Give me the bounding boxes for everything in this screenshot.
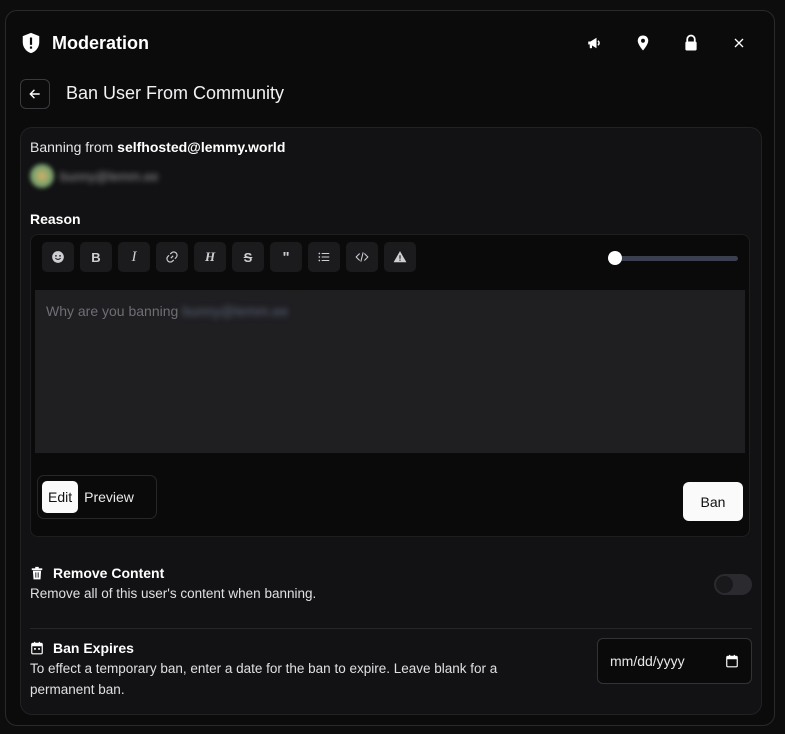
slider-thumb[interactable] — [608, 251, 622, 265]
markdown-editor: B I H S " Why are you banning bunny@lemm… — [30, 234, 750, 537]
banning-prefix: Banning from — [30, 139, 118, 155]
remove-content-label: Remove Content — [53, 565, 165, 581]
bold-icon: B — [91, 249, 101, 265]
slider-track — [612, 256, 738, 261]
trash-icon — [31, 566, 43, 580]
remove-content-toggle[interactable] — [714, 574, 752, 595]
page-title: Ban User From Community — [66, 83, 285, 103]
community-name[interactable]: selfhosted@lemmy.world — [117, 139, 285, 155]
code-button[interactable] — [346, 242, 378, 272]
moderation-modal: Moderation Ban User From Community Banni… — [5, 10, 775, 726]
shield-icon — [22, 32, 40, 54]
ban-form-card: Banning from selfhosted@lemmy.world bunn… — [20, 127, 762, 715]
placeholder-username: bunny@lemm.ee — [182, 303, 289, 319]
banned-user[interactable]: bunny@lemm.ee — [30, 164, 158, 188]
link-icon — [166, 251, 178, 263]
italic-icon: I — [131, 248, 137, 265]
smile-icon — [52, 251, 64, 263]
arrow-left-icon — [29, 89, 40, 99]
close-button[interactable] — [720, 25, 758, 61]
reason-label: Reason — [30, 211, 81, 227]
remove-content-title: Remove Content — [30, 565, 164, 581]
ban-button[interactable]: Ban — [683, 482, 743, 521]
close-icon — [734, 38, 744, 48]
date-placeholder: mm/dd/yyyy — [610, 653, 685, 669]
edit-tab[interactable]: Edit — [42, 481, 79, 513]
ban-expires-description-line2: permanent ban. — [30, 682, 125, 697]
placeholder-prefix: Why are you banning — [46, 303, 183, 319]
calendar-icon — [31, 641, 43, 655]
header-actions — [576, 25, 758, 61]
calendar-picker-icon[interactable] — [725, 654, 739, 668]
strikethrough-icon: S — [243, 249, 253, 265]
link-button[interactable] — [156, 242, 188, 272]
modal-title: Moderation — [52, 32, 149, 53]
ban-expires-date-input[interactable]: mm/dd/yyyy — [597, 638, 752, 684]
header-icon: H — [204, 249, 216, 264]
banned-username: bunny@lemm.ee — [60, 168, 159, 184]
ban-expires-description: To effect a temporary ban, enter a date … — [30, 658, 497, 700]
code-icon — [355, 252, 369, 262]
emoji-button[interactable] — [42, 242, 74, 272]
pin-button[interactable] — [624, 25, 662, 61]
back-button[interactable] — [20, 79, 50, 109]
bold-button[interactable]: B — [80, 242, 112, 272]
divider — [30, 628, 752, 629]
avatar — [30, 164, 54, 188]
reason-textarea[interactable]: Why are you banning bunny@lemm.ee — [35, 290, 745, 453]
list-button[interactable] — [308, 242, 340, 272]
ban-expires-label: Ban Expires — [53, 640, 134, 656]
banning-from-line: Banning from selfhosted@lemmy.world — [30, 139, 285, 155]
ban-expires-title: Ban Expires — [30, 640, 134, 656]
spoiler-button[interactable] — [384, 242, 416, 272]
megaphone-button[interactable] — [576, 25, 614, 61]
preview-tab[interactable]: Preview — [78, 481, 140, 513]
quote-button[interactable]: " — [270, 242, 302, 272]
reason-placeholder: Why are you banning bunny@lemm.ee — [46, 303, 288, 319]
pin-icon — [637, 35, 649, 51]
italic-button[interactable]: I — [118, 242, 150, 272]
warning-icon — [393, 251, 407, 263]
list-icon — [318, 252, 330, 262]
megaphone-icon — [588, 37, 600, 49]
ban-expires-description-line1: To effect a temporary ban, enter a date … — [30, 661, 498, 676]
header-button[interactable]: H — [194, 242, 226, 272]
lock-button[interactable] — [672, 25, 710, 61]
lock-icon — [685, 34, 697, 51]
editor-toolbar: B I H S " — [42, 242, 416, 272]
quote-icon: " — [282, 248, 290, 266]
text-size-slider[interactable] — [608, 250, 738, 266]
toggle-knob — [716, 576, 733, 593]
remove-content-description: Remove all of this user's content when b… — [30, 586, 317, 601]
modal-header: Moderation — [6, 11, 774, 75]
editor-mode-switch: Edit Preview — [37, 475, 157, 519]
strikethrough-button[interactable]: S — [232, 242, 264, 272]
